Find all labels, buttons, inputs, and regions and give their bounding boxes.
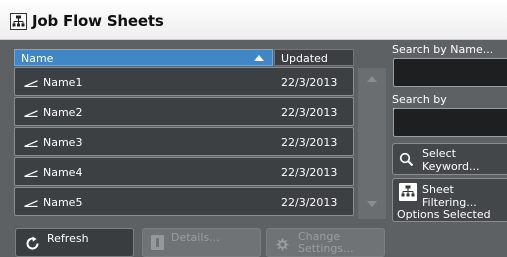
job-flow-list: Name Updated Name1 22/3/2013 Name2 22/3/…: [14, 49, 386, 219]
table-row[interactable]: Name1 22/3/2013: [14, 67, 354, 96]
change-settings-line2: Settings...: [298, 242, 354, 255]
sheet-filtering-label: Sheet Filtering...: [422, 183, 477, 209]
row-updated: 22/3/2013: [281, 106, 338, 119]
row-name: Name1: [43, 76, 83, 89]
change-settings-button[interactable]: Change Settings...: [266, 228, 385, 257]
row-updated: 22/3/2013: [281, 196, 338, 209]
column-header-name-label: Name: [21, 52, 54, 65]
row-name: Name3: [43, 136, 83, 149]
list-scrollbar[interactable]: [358, 68, 386, 219]
refresh-button[interactable]: Refresh: [15, 228, 134, 257]
scroll-down-icon[interactable]: [367, 201, 377, 207]
job-flow-sheet-icon: [24, 140, 38, 147]
search-by-name-field[interactable]: [393, 58, 507, 87]
job-flow-icon: [10, 13, 27, 30]
row-updated: 22/3/2013: [281, 136, 338, 149]
job-flow-sheet-icon: [24, 80, 38, 87]
magnifier-icon: [399, 152, 414, 167]
details-label: Details...: [171, 231, 220, 244]
select-keyword-button[interactable]: Select Keyword...: [392, 143, 507, 175]
refresh-icon: [26, 236, 39, 250]
select-keyword-line2: Keyword...: [422, 160, 480, 173]
row-updated: 22/3/2013: [281, 166, 338, 179]
table-row[interactable]: Name5 22/3/2013: [14, 187, 354, 216]
gear-icon: [276, 238, 289, 251]
row-name: Name2: [43, 106, 83, 119]
refresh-label: Refresh: [47, 232, 89, 245]
row-name: Name4: [43, 166, 83, 179]
column-header-updated-label: Updated: [281, 52, 328, 65]
sheet-filtering-button[interactable]: Sheet Filtering... Options Selected: [392, 178, 507, 222]
row-name: Name5: [43, 196, 83, 209]
sheet-filtering-icon: [399, 183, 417, 201]
page-title: Job Flow Sheets: [32, 12, 164, 30]
title-bar: Job Flow Sheets: [0, 0, 507, 40]
table-row[interactable]: Name4 22/3/2013: [14, 157, 354, 186]
column-header-updated[interactable]: Updated: [274, 49, 354, 66]
search-by-name-label: Search by Name...: [392, 43, 494, 56]
job-flow-sheet-icon: [24, 170, 38, 177]
search-by-keyword-field[interactable]: [393, 108, 507, 137]
options-selected-status: Options Selected: [397, 208, 491, 221]
select-keyword-line1: Select: [422, 147, 456, 160]
column-header-name[interactable]: Name: [14, 49, 273, 66]
job-flow-sheet-icon: [24, 200, 38, 207]
sort-ascending-icon: [254, 55, 264, 61]
details-icon: [151, 235, 164, 250]
details-button[interactable]: Details...: [142, 228, 261, 257]
table-row[interactable]: Name3 22/3/2013: [14, 127, 354, 156]
table-row[interactable]: Name2 22/3/2013: [14, 97, 354, 126]
scroll-up-icon[interactable]: [367, 76, 377, 82]
job-flow-sheet-icon: [24, 110, 38, 117]
row-updated: 22/3/2013: [281, 76, 338, 89]
